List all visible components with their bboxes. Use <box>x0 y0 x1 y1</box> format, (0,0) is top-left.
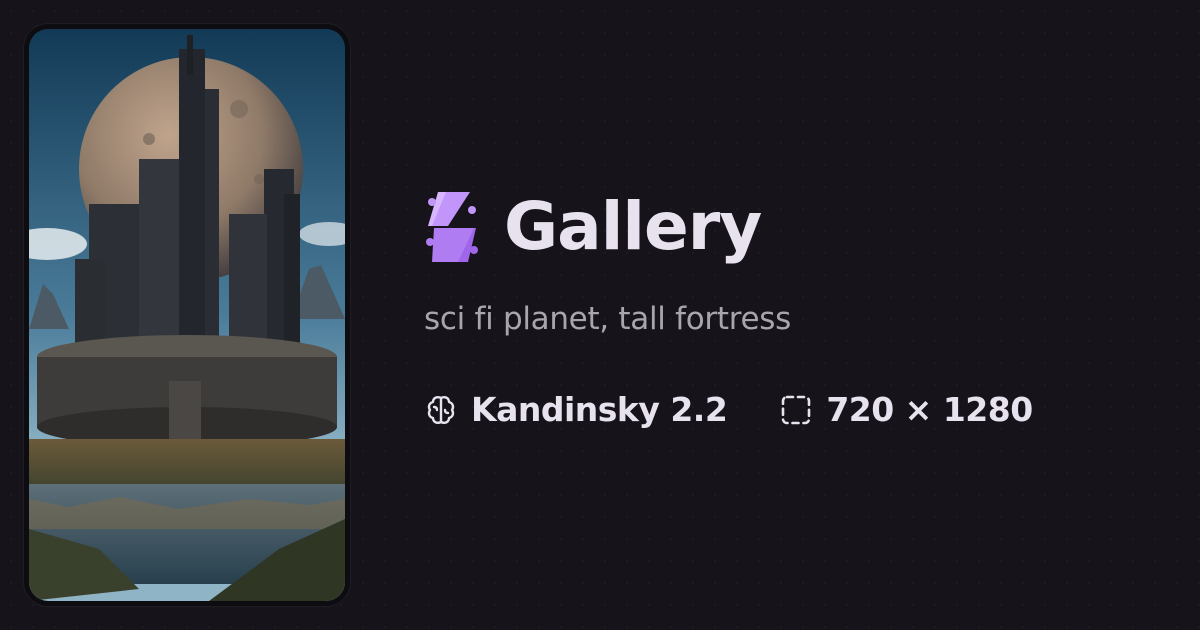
gallery-logo-icon <box>426 192 478 262</box>
brain-icon <box>427 395 455 424</box>
brand-title: Gallery <box>504 188 762 265</box>
prompt-text: sci fi planet, tall fortress <box>424 301 791 337</box>
dimensions-info: 720 × 1280 <box>779 390 1033 429</box>
generated-image <box>29 29 345 601</box>
dashed-frame-icon <box>782 395 811 424</box>
image-dimensions: 720 × 1280 <box>826 390 1033 429</box>
brand: Gallery <box>424 188 762 266</box>
image-metadata: Kandinsky 2.2 720 × 1280 <box>424 390 1033 429</box>
model-name: Kandinsky 2.2 <box>471 390 728 429</box>
model-info: Kandinsky 2.2 <box>424 390 728 429</box>
image-card <box>24 24 350 606</box>
